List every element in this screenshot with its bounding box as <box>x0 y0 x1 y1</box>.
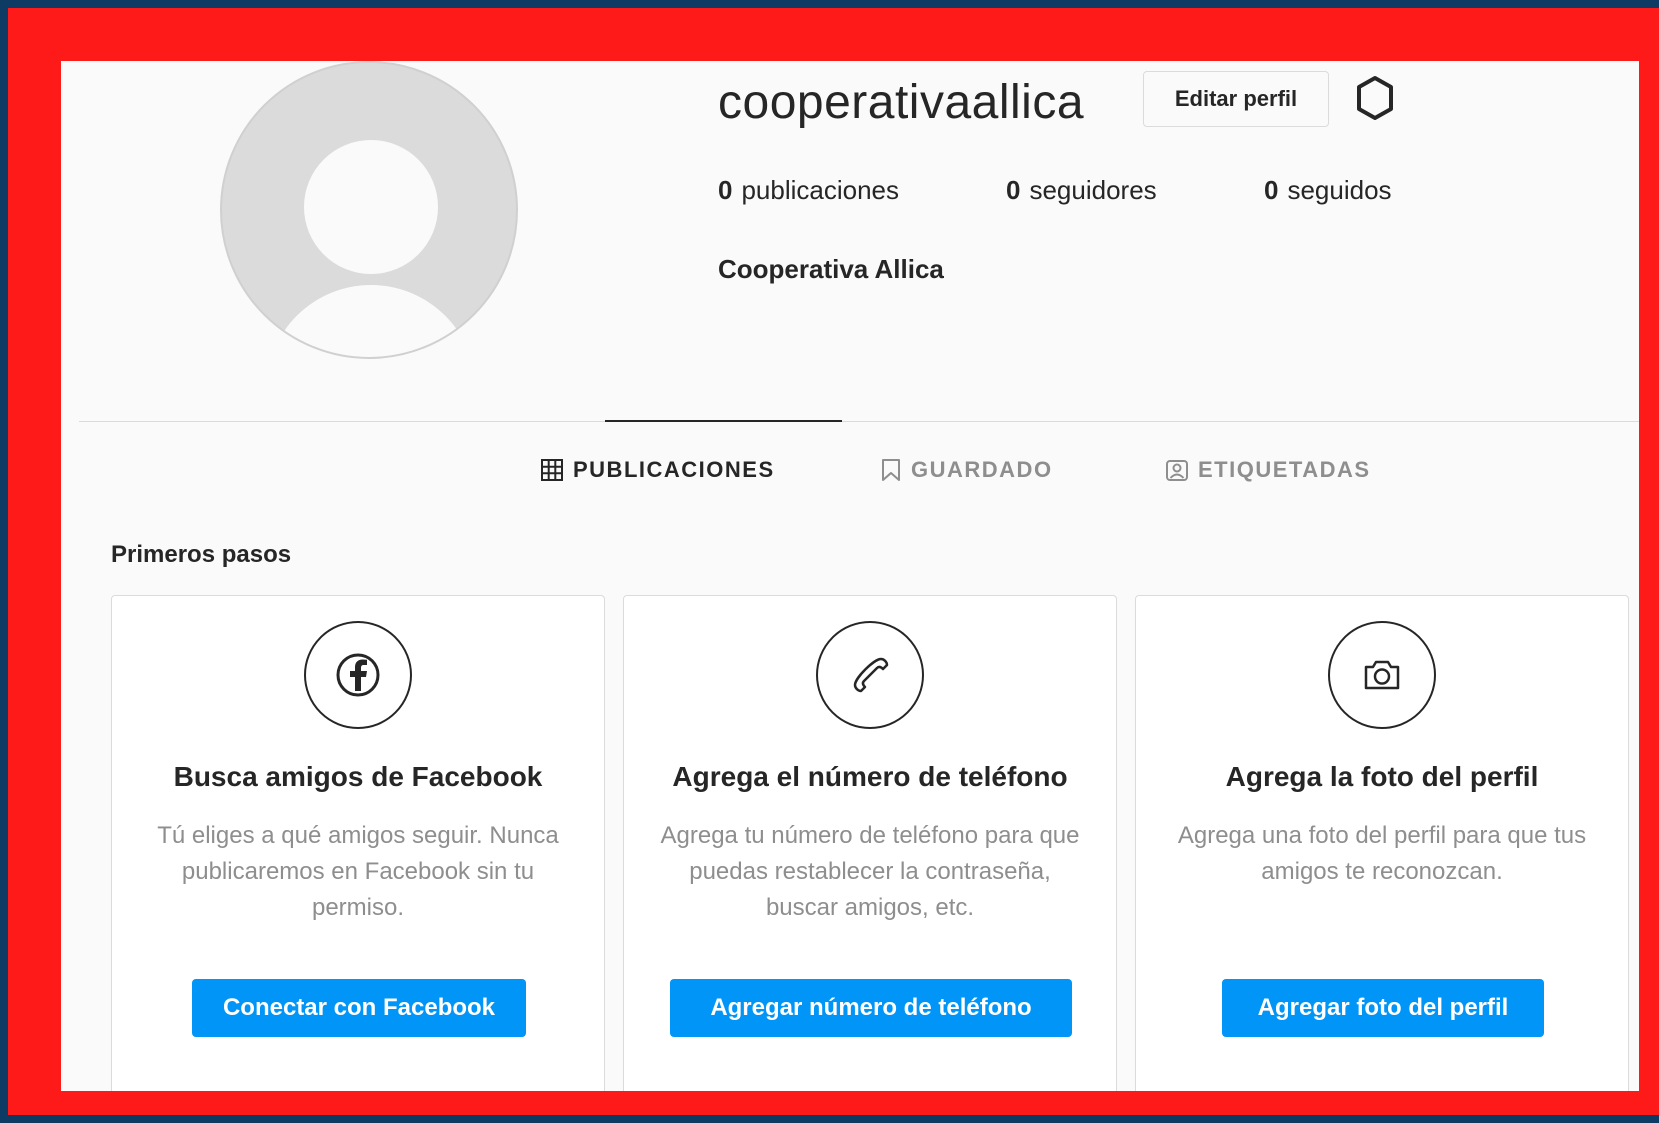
facebook-icon <box>304 621 412 729</box>
followers-count: 0 <box>1006 175 1021 205</box>
profile-full-name: Cooperativa Allica <box>718 254 944 284</box>
avatar-placeholder-head <box>304 140 438 274</box>
posts-label: publicaciones <box>741 175 900 205</box>
onboarding-card-facebook: Busca amigos de Facebook Tú eliges a qué… <box>111 595 605 1091</box>
following-count: 0 <box>1264 175 1279 205</box>
onboarding-card-photo: Agrega la foto del perfil Agrega una fot… <box>1135 595 1629 1091</box>
card-description: Tú eliges a qué amigos seguir. Nunca pub… <box>157 822 559 921</box>
tab-guardado[interactable]: GUARDADO <box>881 457 1053 483</box>
gear-icon[interactable] <box>1351 74 1399 122</box>
posts-stat: 0 publicaciones <box>718 175 1006 206</box>
tab-label: PUBLICACIONES <box>573 457 775 482</box>
card-description: Agrega una foto del perfil para que tus … <box>1177 822 1587 885</box>
tabs-divider <box>79 421 1639 422</box>
highlight-frame: cooperativaallica Editar perfil 0 public… <box>8 8 1659 1115</box>
tab-publicaciones[interactable]: PUBLICACIONES <box>541 457 775 483</box>
profile-page: cooperativaallica Editar perfil 0 public… <box>61 61 1639 1091</box>
tab-label: GUARDADO <box>911 457 1053 482</box>
profile-username: cooperativaallica <box>718 76 1085 129</box>
getting-started-title: Primeros pasos <box>111 541 292 568</box>
card-title: Agrega la foto del perfil <box>1225 761 1539 792</box>
edit-profile-button[interactable]: Editar perfil <box>1143 71 1329 127</box>
followers-stat[interactable]: 0 seguidores <box>1006 175 1264 206</box>
tab-label: ETIQUETADAS <box>1198 457 1371 482</box>
phone-icon <box>816 621 924 729</box>
card-title: Agrega el número de teléfono <box>672 761 1068 792</box>
card-description: Agrega tu número de teléfono para que pu… <box>660 822 1080 921</box>
bookmark-icon <box>881 458 901 482</box>
card-title: Busca amigos de Facebook <box>173 761 543 792</box>
add-profile-photo-button[interactable]: Agregar foto del perfil <box>1222 979 1544 1037</box>
avatar-placeholder-body <box>266 285 476 357</box>
posts-count: 0 <box>718 175 733 205</box>
followers-label: seguidores <box>1029 175 1157 205</box>
active-tab-indicator <box>605 420 842 422</box>
tab-etiquetadas[interactable]: ETIQUETADAS <box>1166 457 1371 483</box>
add-phone-number-button[interactable]: Agregar número de teléfono <box>670 979 1072 1037</box>
profile-stats: 0 publicaciones 0 seguidores 0 seguidos <box>718 175 1392 206</box>
camera-icon <box>1328 621 1436 729</box>
avatar[interactable] <box>220 61 518 359</box>
tagged-user-icon <box>1166 459 1188 481</box>
following-label: seguidos <box>1287 175 1392 205</box>
grid-icon <box>541 459 563 481</box>
connect-facebook-button[interactable]: Conectar con Facebook <box>192 979 526 1037</box>
onboarding-card-phone: Agrega el número de teléfono Agrega tu n… <box>623 595 1117 1091</box>
following-stat[interactable]: 0 seguidos <box>1264 175 1392 206</box>
